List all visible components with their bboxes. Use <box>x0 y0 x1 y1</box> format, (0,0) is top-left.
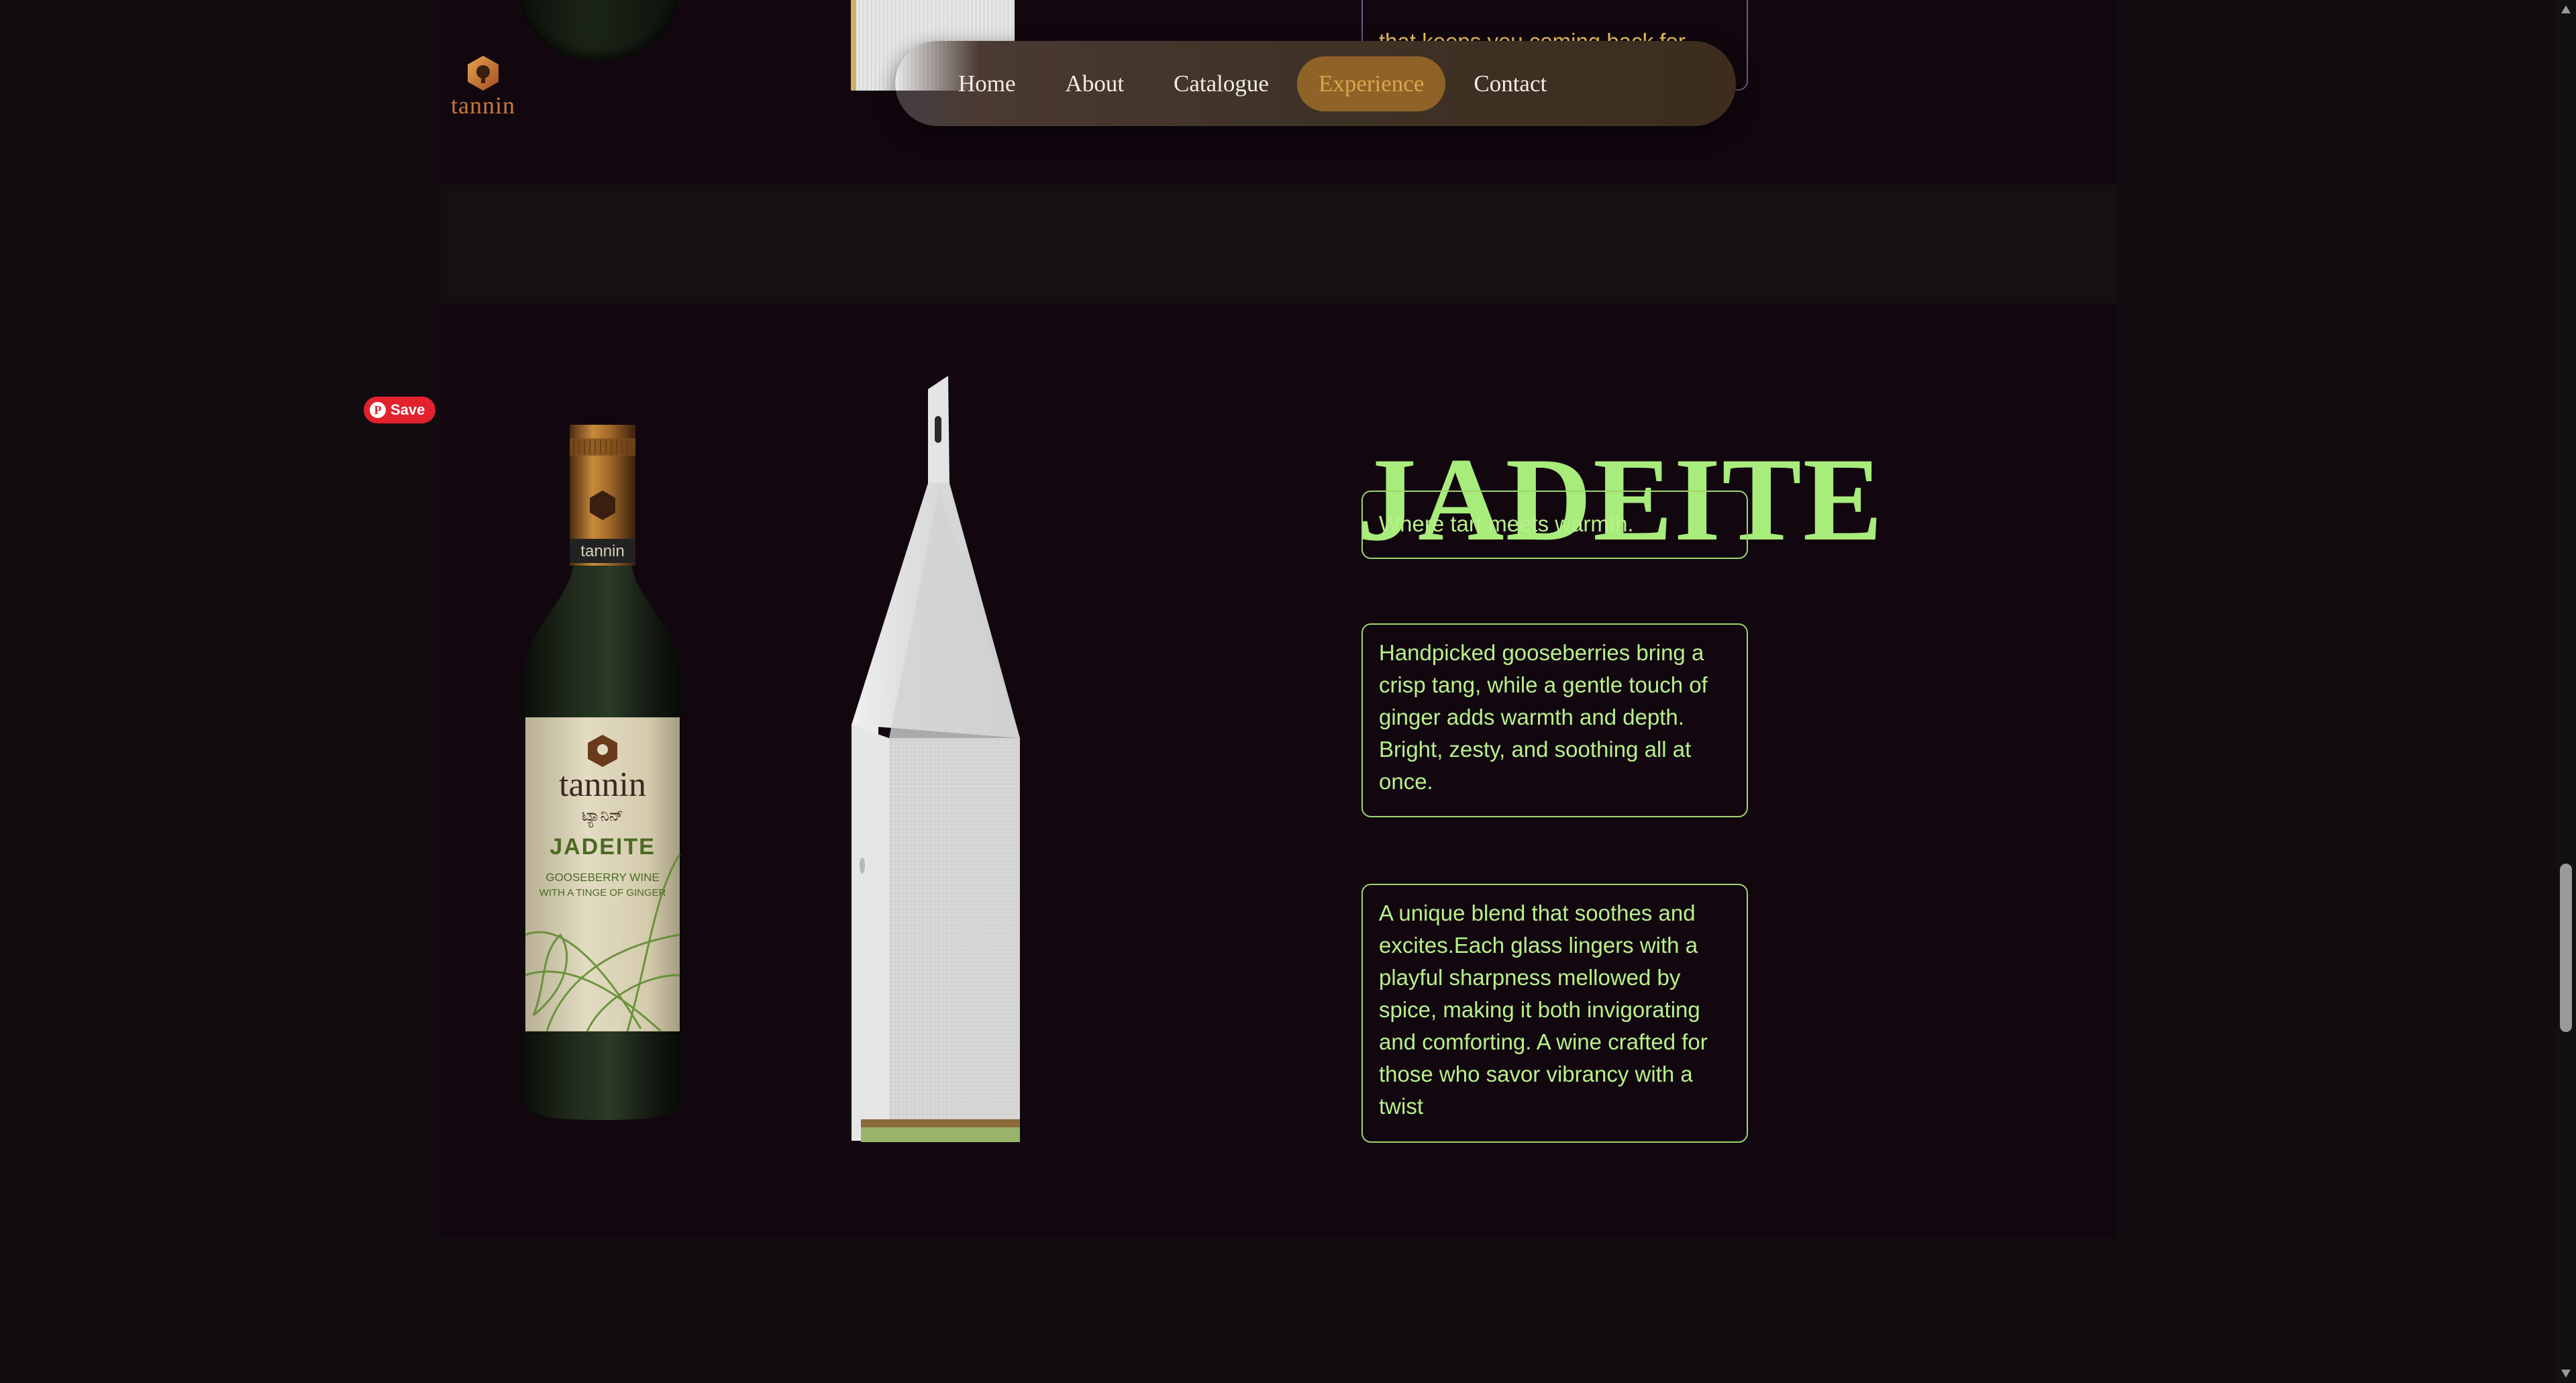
tagline-text: Where tart meets warmth. <box>1379 511 1634 536</box>
nav-catalogue[interactable]: Catalogue <box>1152 56 1290 111</box>
main-nav: Home About Catalogue Experience Contact <box>895 41 1736 126</box>
pinterest-icon: P <box>370 402 386 418</box>
details-text: A unique blend that soothes and excites.… <box>1379 901 1708 1119</box>
label-subtitle-2: WITH A TINGE OF GINGER <box>539 887 666 899</box>
label-brand-kannada: ಟ್ಯಾನಿನ್ <box>582 806 623 827</box>
pinterest-save-label: Save <box>391 401 425 418</box>
details-card: A unique blend that soothes and excites.… <box>1361 884 1748 1143</box>
nav-home[interactable]: Home <box>937 56 1037 111</box>
description-card: Handpicked gooseberries bring a crisp ta… <box>1361 623 1748 817</box>
label-product-name: JADEITE <box>550 834 656 860</box>
neck-label-text: tannin <box>580 542 624 560</box>
section-divider <box>441 185 2116 303</box>
nav-experience[interactable]: Experience <box>1296 56 1446 111</box>
label-subtitle-1: GOOSEBERRY WINE <box>546 871 659 884</box>
tannin-logo[interactable]: tannin <box>448 54 518 117</box>
scroll-up-arrow-icon[interactable] <box>2561 5 2571 13</box>
tagline-card: Where tart meets warmth. <box>1361 491 1748 559</box>
pinterest-save-button[interactable]: P Save <box>364 397 435 423</box>
description-text: Handpicked gooseberries bring a crisp ta… <box>1379 640 1708 794</box>
page-scrollbar[interactable] <box>2556 0 2576 1383</box>
scroll-down-arrow-icon[interactable] <box>2561 1370 2571 1378</box>
hexagon-logo-icon <box>468 56 499 91</box>
page: that keeps you coming back for tannin Ho… <box>0 0 2576 1383</box>
gift-box-image <box>852 376 1020 1142</box>
wine-bottle-image: tannin tannin ಟ್ಯಾನಿನ್ JADEITE GOOSEBERR… <box>524 425 681 1120</box>
logo-text: tannin <box>451 92 515 119</box>
nav-about[interactable]: About <box>1044 56 1146 111</box>
label-brand-text: tannin <box>559 766 646 804</box>
scrollbar-thumb[interactable] <box>2560 864 2572 1032</box>
nav-contact[interactable]: Contact <box>1452 56 1568 111</box>
